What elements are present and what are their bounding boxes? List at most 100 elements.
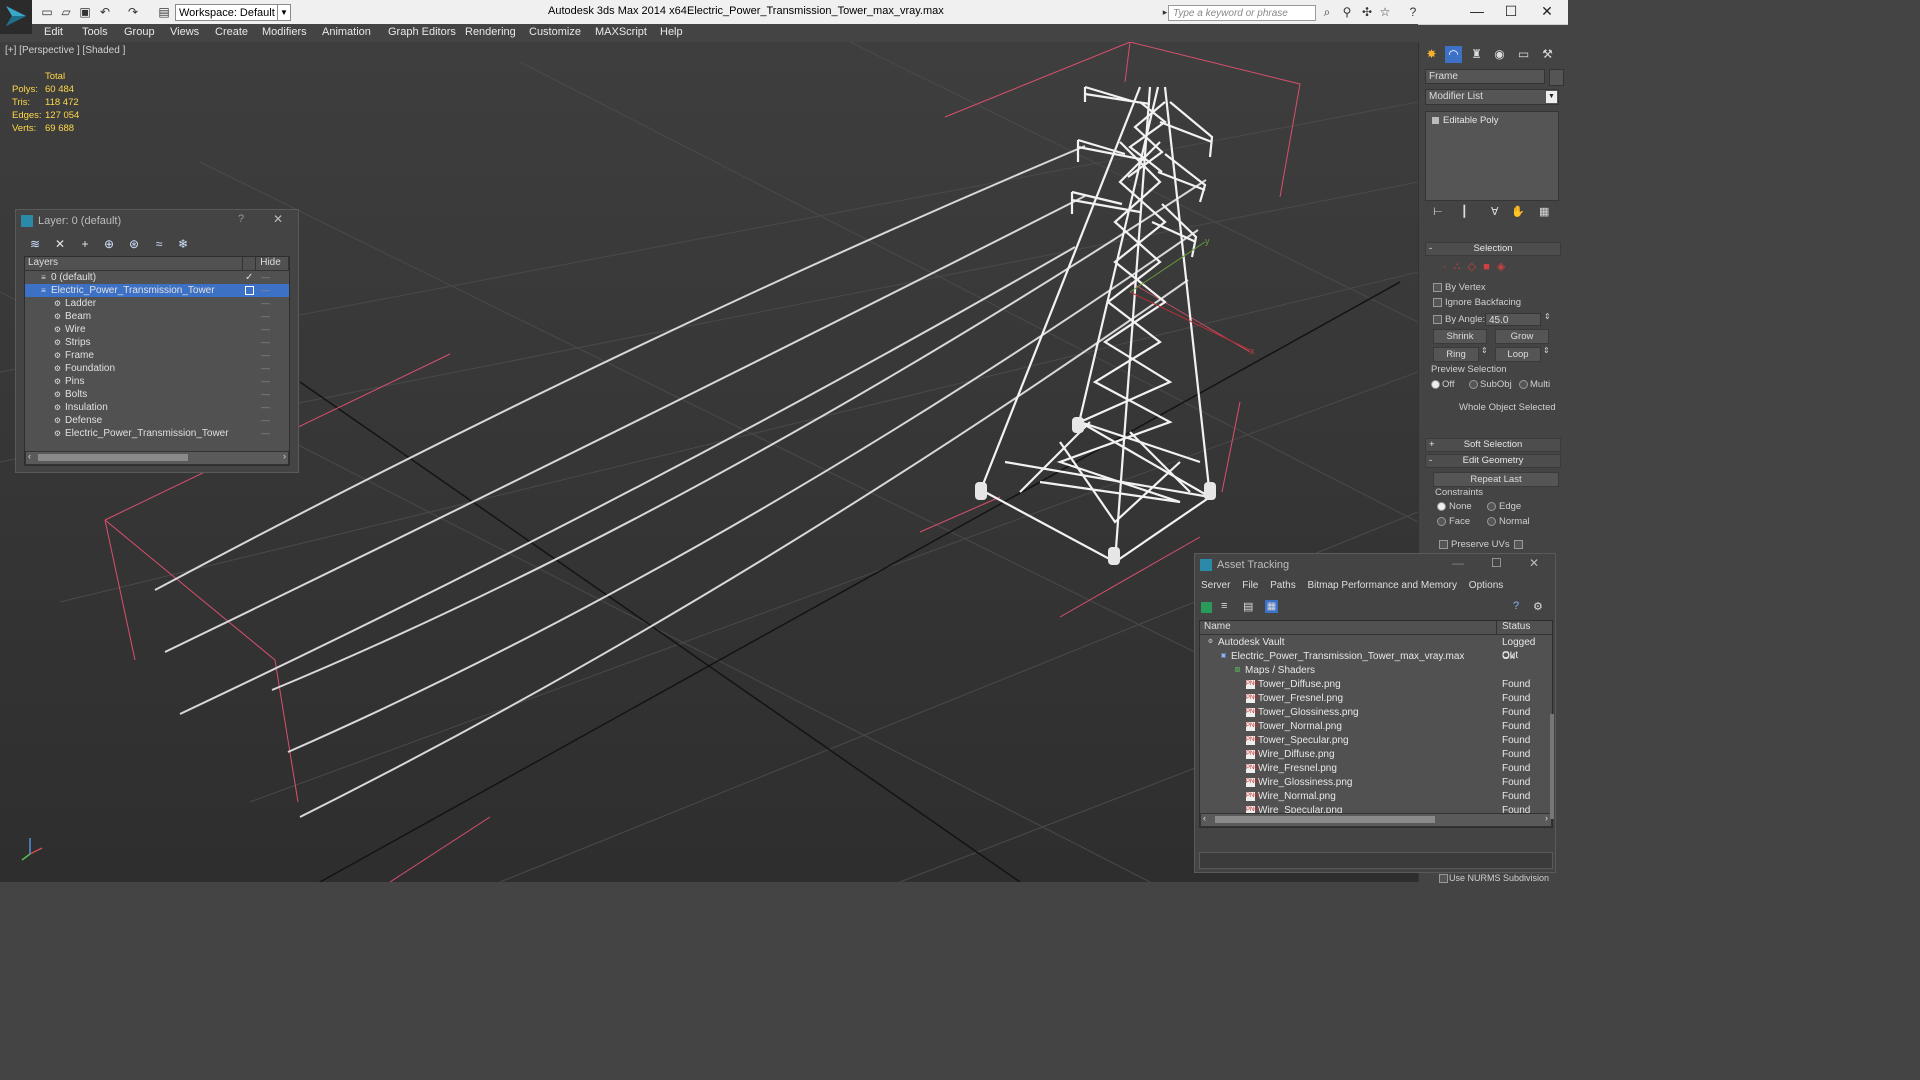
layer-row[interactable]: ⚙ Frame —	[25, 349, 289, 362]
maximize-button[interactable]: ☐	[1496, 2, 1526, 20]
layer-list-scrollbar[interactable]: ‹ ›	[25, 451, 289, 465]
modifier-stack[interactable]: Editable Poly	[1425, 111, 1559, 201]
asset-table-scrollbar[interactable]: ‹ ›	[1200, 813, 1552, 827]
layer-row[interactable]: ⚙ Insulation —	[25, 401, 289, 414]
asset-table[interactable]: Name Status ⚙ Autodesk Vault Logged Out ▣ El…	[1199, 620, 1553, 828]
by-vertex-checkbox[interactable]	[1433, 283, 1442, 292]
configure-modifier-sets-icon[interactable]: ▦	[1539, 205, 1549, 218]
new-file-icon[interactable]: ▭	[40, 5, 54, 19]
column-status[interactable]: Status	[1502, 621, 1530, 632]
ring-spinner-icon[interactable]: ⇕	[1481, 346, 1488, 355]
hide-toggle[interactable]: —	[261, 336, 270, 349]
scroll-left-icon[interactable]: ‹	[28, 451, 31, 461]
asset-row[interactable]: PNG Wire_Normal.png Found	[1200, 790, 1552, 803]
grow-button[interactable]: Grow	[1495, 329, 1549, 344]
refresh-icon[interactable]	[1201, 602, 1212, 613]
loop-spinner-icon[interactable]: ⇕	[1543, 346, 1550, 355]
asset-row[interactable]: PNG Tower_Diffuse.png Found	[1200, 678, 1552, 691]
pin-stack-icon[interactable]: ⊢	[1433, 205, 1443, 218]
preview-off-radio[interactable]	[1431, 380, 1440, 389]
hide-toggle[interactable]: —	[261, 388, 270, 401]
open-file-icon[interactable]: ▱	[59, 5, 73, 19]
hide-toggle[interactable]: —	[261, 362, 270, 375]
layer-row[interactable]: ⚙ Pins —	[25, 375, 289, 388]
ignore-backfacing-checkbox[interactable]	[1433, 298, 1442, 307]
layer-list[interactable]: Layers Hide ≡ 0 (default) ✓ — ≡ Electric_Powe…	[24, 256, 290, 466]
search-icon[interactable]: ⚲	[1340, 5, 1354, 19]
hide-toggle[interactable]: —	[261, 401, 270, 414]
layer-row[interactable]: ≡ 0 (default) ✓ —	[25, 271, 289, 284]
layer-row[interactable]: ⚙ Electric_Power_Transmission_Tower —	[25, 427, 289, 440]
menu-tools[interactable]: Tools	[82, 26, 108, 38]
soft-selection-rollout-header[interactable]: + Soft Selection	[1425, 438, 1561, 452]
object-color-swatch[interactable]	[1549, 69, 1564, 86]
hide-toggle[interactable]: —	[261, 297, 270, 310]
hierarchy-tab-icon[interactable]: ♜	[1468, 46, 1485, 63]
menu-rendering[interactable]: Rendering	[465, 26, 516, 38]
layer-row[interactable]: ⚙ Foundation —	[25, 362, 289, 375]
hide-toggle[interactable]: —	[261, 427, 270, 440]
asset-row[interactable]: ▨ Maps / Shaders	[1200, 664, 1552, 677]
close-button[interactable]: ✕	[1532, 2, 1562, 20]
undo-icon[interactable]: ↶	[98, 5, 112, 19]
constraint-none-radio[interactable]	[1437, 502, 1446, 511]
preserve-uvs-settings-icon[interactable]	[1514, 540, 1523, 549]
preview-multi-radio[interactable]	[1519, 380, 1528, 389]
hide-toggle[interactable]: —	[261, 414, 270, 427]
layer-row[interactable]: ⚙ Bolts —	[25, 388, 289, 401]
menu-animation[interactable]: Animation	[322, 26, 371, 38]
object-name-field[interactable]: Frame	[1425, 69, 1545, 84]
show-end-result-icon[interactable]: ┃	[1461, 205, 1468, 218]
make-unique-icon[interactable]: ∀	[1491, 205, 1499, 218]
highlight-layer-icon[interactable]: ⊛	[127, 237, 141, 251]
table-view-icon[interactable]: ▦	[1265, 600, 1278, 613]
preserve-uvs-checkbox[interactable]	[1439, 540, 1448, 549]
asset-row[interactable]: PNG Wire_Fresnel.png Found	[1200, 762, 1552, 775]
by-angle-checkbox[interactable]	[1433, 315, 1442, 324]
scrollbar-thumb[interactable]	[38, 454, 188, 461]
angle-spinner[interactable]: 45.0	[1485, 313, 1541, 326]
repeat-last-button[interactable]: Repeat Last	[1433, 472, 1559, 487]
binoculars-icon[interactable]: ⌕	[1320, 5, 1334, 19]
utilities-tab-icon[interactable]: ⚒	[1539, 46, 1556, 63]
minimize-button[interactable]: —	[1462, 2, 1492, 20]
layer-row[interactable]: ⚙ Wire —	[25, 323, 289, 336]
redo-icon[interactable]: ↷	[126, 5, 140, 19]
constraint-normal-radio[interactable]	[1487, 517, 1496, 526]
spinner-arrows-icon[interactable]: ⇕	[1544, 312, 1551, 321]
column-name[interactable]: Name	[1204, 621, 1231, 632]
create-tab-icon[interactable]: ✸	[1423, 46, 1440, 63]
project-folder-icon[interactable]: ▤	[157, 5, 171, 19]
layer-row[interactable]: ≡ Electric_Power_Transmission_Tower —	[25, 284, 289, 297]
detail-view-icon[interactable]: ▤	[1243, 600, 1253, 613]
hide-all-layers-icon[interactable]: ≈	[152, 237, 166, 251]
display-tab-icon[interactable]: ▭	[1515, 46, 1532, 63]
help-icon[interactable]: ?	[238, 213, 244, 225]
asset-menu-file[interactable]: File	[1242, 580, 1258, 591]
menu-graph-editors[interactable]: Graph Editors	[388, 26, 456, 38]
asset-row[interactable]: PNG Wire_Diffuse.png Found	[1200, 748, 1552, 761]
list-view-icon[interactable]: ≡	[1221, 600, 1227, 612]
selection-rollout-header[interactable]: - Selection	[1425, 242, 1561, 256]
hide-toggle[interactable]: —	[261, 310, 270, 323]
constraint-edge-radio[interactable]	[1487, 502, 1496, 511]
constraint-face-radio[interactable]	[1437, 517, 1446, 526]
add-to-layer-icon[interactable]: +	[78, 237, 92, 251]
maximize-icon[interactable]: ☐	[1491, 556, 1502, 570]
close-icon[interactable]: ✕	[1529, 556, 1539, 570]
preview-subobj-radio[interactable]	[1469, 380, 1478, 389]
minimize-icon[interactable]: —	[1452, 556, 1464, 570]
asset-row[interactable]: ▣ Electric_Power_Transmission_Tower_max_v…	[1200, 650, 1552, 663]
asset-row[interactable]: PNG Tower_Specular.png Found	[1200, 734, 1552, 747]
scrollbar-thumb[interactable]	[1215, 816, 1435, 823]
asset-path-field[interactable]	[1199, 852, 1553, 869]
asset-menu-server[interactable]: Server	[1201, 580, 1230, 591]
app-logo-icon[interactable]	[0, 0, 32, 34]
hide-toggle[interactable]: —	[261, 271, 270, 284]
edit-geometry-rollout-header[interactable]: - Edit Geometry	[1425, 454, 1561, 468]
remove-modifier-icon[interactable]: ✋	[1511, 205, 1525, 218]
freeze-all-layers-icon[interactable]: ❄	[176, 237, 190, 251]
menu-modifiers[interactable]: Modifiers	[262, 26, 307, 38]
scroll-left-icon[interactable]: ‹	[1203, 813, 1206, 823]
scroll-right-icon[interactable]: ›	[1545, 813, 1548, 823]
